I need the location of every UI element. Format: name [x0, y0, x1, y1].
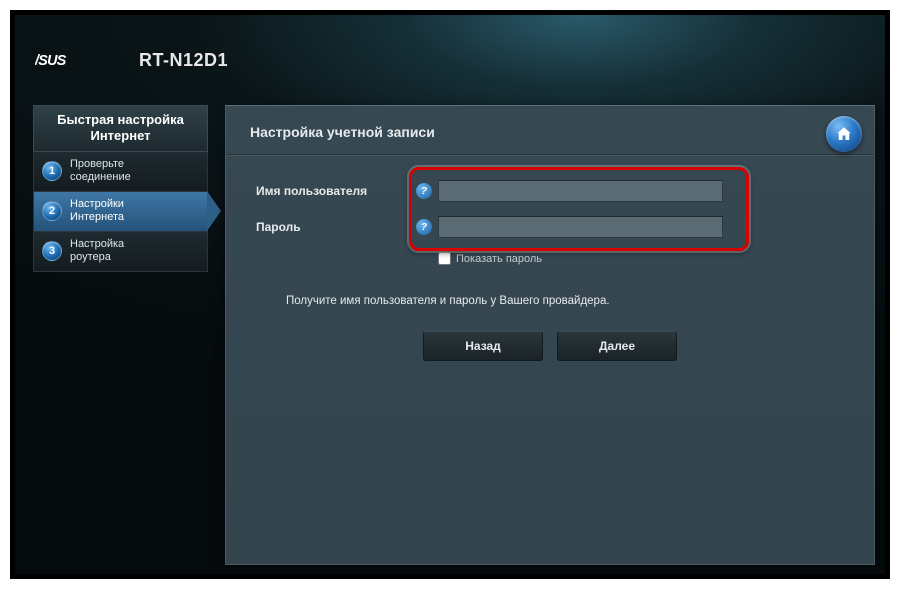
wizard-sidebar: Быстрая настройка Интернет 1 Проверьте с… [33, 105, 208, 272]
step-internet-settings[interactable]: 2 Настройки Интернета [33, 192, 208, 232]
wizard-buttons: Назад Далее [256, 331, 844, 361]
show-password-checkbox[interactable] [438, 252, 451, 265]
model-name: RT-N12D1 [139, 50, 228, 71]
step-router-settings[interactable]: 3 Настройка роутера [33, 232, 208, 272]
panel-title: Настройка учетной записи [226, 106, 874, 154]
hint-icon[interactable]: ? [416, 219, 432, 235]
app-header: /SUS RT-N12D1 [35, 30, 228, 90]
show-password-row: Показать пароль [438, 252, 844, 265]
brand-logo: /SUS [35, 49, 121, 71]
hint-icon[interactable]: ? [416, 183, 432, 199]
password-input[interactable] [438, 216, 723, 238]
show-password-label: Показать пароль [456, 253, 542, 265]
username-input[interactable] [438, 180, 723, 202]
provider-info-text: Получите имя пользователя и пароль у Ваш… [286, 295, 844, 307]
password-row: Пароль ? [256, 216, 844, 238]
home-button[interactable] [826, 116, 862, 152]
sidebar-title: Быстрая настройка Интернет [33, 105, 208, 152]
step-label: Настройка роутера [70, 238, 124, 264]
next-button[interactable]: Далее [557, 331, 677, 361]
step-number-badge: 1 [42, 161, 62, 181]
sidebar-title-line1: Быстрая настройка [38, 112, 203, 128]
step-label: Проверьте соединение [70, 158, 131, 184]
back-button[interactable]: Назад [423, 331, 543, 361]
step-check-connection[interactable]: 1 Проверьте соединение [33, 152, 208, 192]
step-number-badge: 2 [42, 201, 62, 221]
username-label: Имя пользователя [256, 184, 416, 198]
sidebar-title-line2: Интернет [38, 128, 203, 144]
step-label: Настройки Интернета [70, 198, 124, 224]
credentials-form: Имя пользователя ? Пароль ? Показать пар… [226, 156, 874, 385]
svg-text:/SUS: /SUS [35, 53, 67, 69]
account-settings-panel: Настройка учетной записи Имя пользовател… [225, 105, 875, 565]
username-row: Имя пользователя ? [256, 180, 844, 202]
home-icon [835, 125, 853, 143]
step-number-badge: 3 [42, 241, 62, 261]
password-label: Пароль [256, 220, 416, 234]
